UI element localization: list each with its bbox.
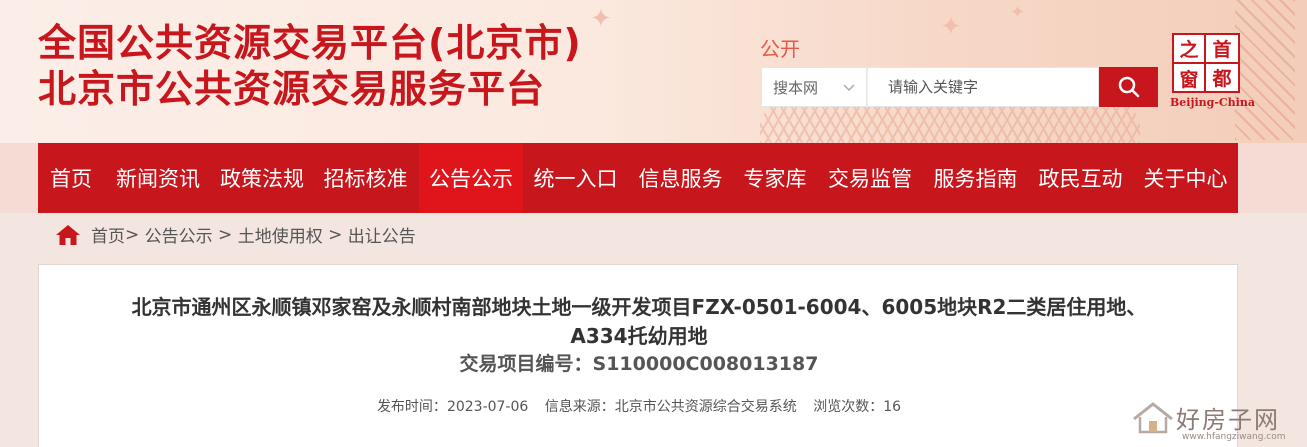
breadcrumb: 首页 > 公告公示 > 土地使用权 > 出让公告: [55, 222, 416, 247]
search-scope-value: 搜本网: [773, 78, 819, 97]
nav-item-info-service[interactable]: 信息服务: [628, 143, 733, 213]
search-button[interactable]: [1099, 67, 1158, 107]
publish-date: 发布时间：2023-07-06: [377, 399, 528, 415]
nav-item-home[interactable]: 首页: [38, 143, 104, 213]
breadcrumb-land-use[interactable]: 土地使用权: [238, 222, 323, 247]
info-source-value: 北京市公共资源综合交易系统: [614, 399, 797, 415]
watermark-url: www.hfangziwang.com: [1182, 432, 1286, 442]
shoudu-zhichuang-logo[interactable]: 首 都 之 窗: [1172, 33, 1240, 93]
article-meta: 发布时间：2023-07-06 信息来源：北京市公共资源综合交易系统 浏览次数：…: [39, 396, 1239, 416]
project-code-label: 交易项目编号：: [459, 353, 593, 375]
info-source-label: 信息来源：: [544, 399, 615, 415]
breadcrumb-transfer-notice[interactable]: 出让公告: [348, 222, 416, 247]
nav-item-policy[interactable]: 政策法规: [212, 143, 312, 213]
logo-subtitle: Beijing-China: [1170, 96, 1255, 109]
publish-date-label: 发布时间：: [376, 399, 447, 415]
breadcrumb-separator: >: [212, 224, 238, 245]
logo-char: 都: [1206, 64, 1238, 93]
header-banner: ✦ ✦ ✦ 全国公共资源交易平台(北京市) 北京市公共资源交易服务平台 公开 搜…: [0, 0, 1307, 143]
article-title-line2: A334托幼用地: [570, 324, 708, 348]
bird-decoration-icon: ✦: [940, 12, 962, 42]
search-icon: [1118, 76, 1139, 98]
article-panel: 北京市通州区永顺镇邓家窑及永顺村南部地块土地一级开发项目FZX-0501-600…: [38, 264, 1238, 447]
search-input[interactable]: [867, 67, 1099, 107]
chevron-down-icon: [842, 77, 856, 103]
watermark-text: 好房子网: [1176, 406, 1280, 434]
breadcrumb-announcements[interactable]: 公告公示: [145, 222, 213, 247]
cctv-tower-illustration: [1235, 0, 1295, 140]
nav-item-announcements[interactable]: 公告公示: [419, 143, 523, 213]
nav-item-interaction[interactable]: 政民互动: [1028, 143, 1133, 213]
breadcrumb-separator: >: [125, 224, 145, 245]
gongkai-label: 公开: [760, 37, 800, 61]
nav-item-tender-approval[interactable]: 招标核准: [312, 143, 419, 213]
view-count: 浏览次数：16: [813, 399, 901, 415]
view-count-value: 16: [883, 399, 902, 415]
breadcrumb-separator: >: [322, 224, 348, 245]
project-code: 交易项目编号：S110000C008013187: [39, 349, 1239, 376]
nav-item-about[interactable]: 关于中心: [1133, 143, 1238, 213]
house-icon: [1133, 401, 1173, 433]
nav-item-expert-db[interactable]: 专家库: [733, 143, 817, 213]
bird-decoration-icon: ✦: [590, 4, 612, 34]
logo-char: 首: [1206, 35, 1238, 64]
search-scope-select[interactable]: 搜本网: [761, 67, 867, 107]
nav-item-supervision[interactable]: 交易监管: [817, 143, 923, 213]
nav-item-unified-entry[interactable]: 统一入口: [523, 143, 628, 213]
info-source: 信息来源：北京市公共资源综合交易系统: [545, 399, 797, 415]
view-count-label: 浏览次数：: [813, 399, 884, 415]
logo-char: 窗: [1174, 64, 1206, 93]
publish-date-value: 2023-07-06: [446, 399, 529, 415]
bird-decoration-icon: ✦: [1010, 2, 1026, 23]
project-code-value: S110000C008013187: [592, 353, 819, 375]
article-title-line1: 北京市通州区永顺镇邓家窑及永顺村南部地块土地一级开发项目FZX-0501-600…: [131, 295, 1147, 319]
main-nav: 首页 新闻资讯 政策法规 招标核准 公告公示 统一入口 信息服务 专家库 交易监…: [0, 143, 1307, 213]
nav-item-service-guide[interactable]: 服务指南: [923, 143, 1028, 213]
watermark: 好房子网 www.hfangziwang.com: [1130, 400, 1286, 442]
home-icon: [56, 224, 80, 245]
nav-item-news[interactable]: 新闻资讯: [104, 143, 212, 213]
site-title-line2: 北京市公共资源交易服务平台: [38, 67, 546, 111]
logo-char: 之: [1174, 35, 1206, 64]
breadcrumb-home[interactable]: 首页: [91, 222, 125, 247]
